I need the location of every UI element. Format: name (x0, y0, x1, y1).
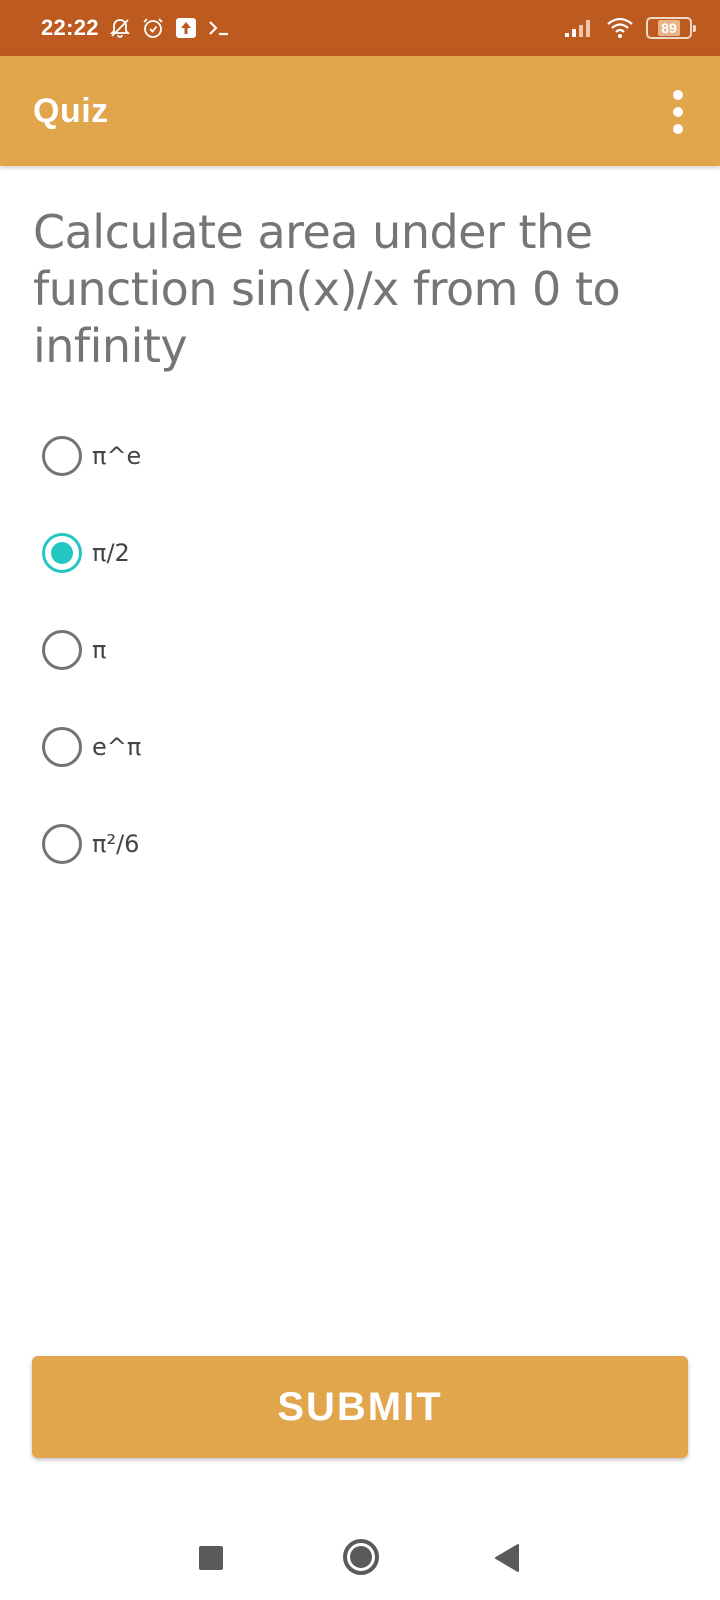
radio-button-checked[interactable] (42, 533, 82, 573)
question-text: Calculate area under the function sin(x)… (33, 205, 621, 373)
battery-level: 89 (658, 20, 680, 36)
back-icon[interactable] (492, 1540, 522, 1576)
option-pi[interactable]: π (42, 628, 106, 672)
status-right-group: 89 (564, 0, 696, 56)
app-title: Quiz (33, 92, 109, 130)
radio-button[interactable] (42, 436, 82, 476)
option-label: π²/6 (92, 830, 140, 858)
option-label: e^π (92, 733, 142, 761)
option-label: π^e (92, 442, 142, 470)
option-pi-pow-e[interactable]: π^e (42, 434, 141, 478)
menu-dot (673, 107, 683, 117)
menu-dot (673, 90, 683, 100)
upload-icon (175, 17, 197, 39)
home-icon[interactable] (340, 1536, 382, 1578)
radio-button[interactable] (42, 824, 82, 864)
status-bar: 22:22 89 (0, 0, 720, 56)
recents-icon[interactable] (196, 1540, 226, 1576)
option-label: π (92, 636, 107, 664)
wifi-icon (606, 17, 634, 39)
option-pi-over-2[interactable]: π/2 (42, 531, 130, 575)
radio-button[interactable] (42, 630, 82, 670)
status-left-group: 22:22 (41, 0, 231, 56)
submit-button[interactable]: SUBMIT (32, 1356, 688, 1458)
terminal-icon (207, 17, 231, 39)
navigation-bar (0, 1520, 720, 1600)
notifications-off-icon (109, 17, 131, 39)
menu-dot (673, 124, 683, 134)
more-vert-icon[interactable] (666, 90, 690, 134)
option-e-pow-pi[interactable]: e^π (42, 725, 141, 769)
radio-button[interactable] (42, 727, 82, 767)
option-label: π/2 (92, 539, 130, 567)
signal-icon (564, 18, 594, 38)
status-time: 22:22 (41, 15, 99, 40)
option-pi-squared-over-6[interactable]: π²/6 (42, 822, 139, 866)
app-bar: Quiz (0, 56, 720, 166)
battery-icon: 89 (646, 17, 696, 39)
alarm-icon (141, 16, 165, 40)
